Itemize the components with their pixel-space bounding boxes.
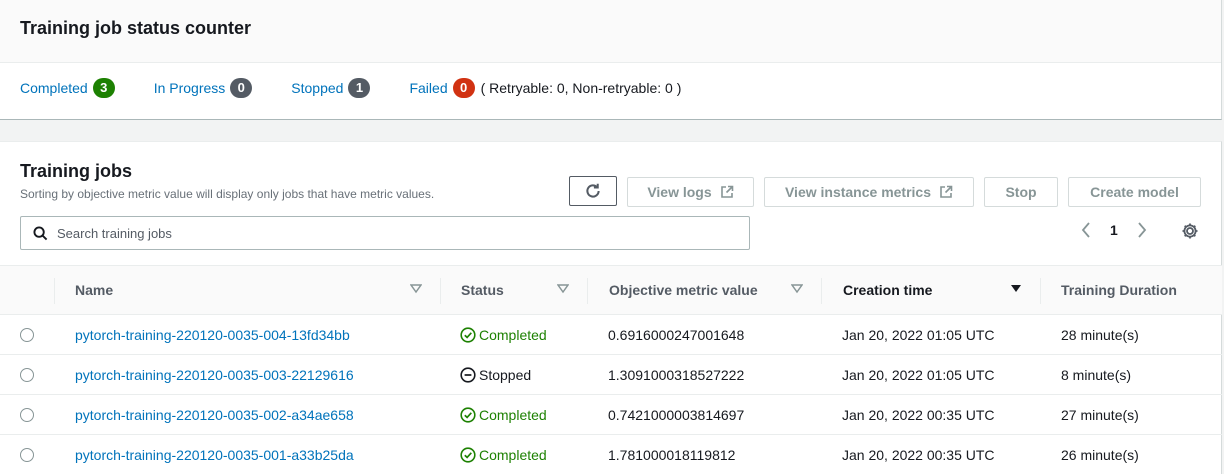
table-row[interactable]: pytorch-training-220120-0035-003-2212961… <box>0 355 1222 395</box>
view-logs-button[interactable]: View logs <box>627 177 754 207</box>
column-header-creation-time[interactable]: Creation time <box>843 266 932 314</box>
sort-icon[interactable] <box>410 284 422 294</box>
view-logs-label: View logs <box>647 184 712 200</box>
stopped-count-badge: 1 <box>348 78 371 98</box>
training-jobs-description: Sorting by objective metric value will d… <box>20 187 435 201</box>
table-row[interactable]: pytorch-training-220120-0035-001-a33b25d… <box>0 435 1222 474</box>
view-instance-metrics-label: View instance metrics <box>784 184 932 200</box>
training-jobs-panel: Training jobs Sorting by objective metri… <box>0 141 1222 474</box>
job-name-link[interactable]: pytorch-training-220120-0035-002-a34ae65… <box>75 407 354 423</box>
failed-detail: ( Retryable: 0, Non-retryable: 0 ) <box>480 80 682 96</box>
status-completed: Completed <box>460 327 547 343</box>
column-header-name[interactable]: Name <box>75 266 113 314</box>
check-circle-icon <box>460 447 476 463</box>
status-counter-panel: Training job status counter Completed 3 … <box>0 0 1222 120</box>
refresh-button[interactable] <box>569 176 617 206</box>
sort-descending-icon[interactable] <box>1010 284 1022 294</box>
training-duration: 8 minute(s) <box>1061 367 1132 383</box>
metric-value: 0.6916000247001648 <box>608 327 745 343</box>
search-box <box>20 216 750 250</box>
table-header: Name Status Objective metric value Creat… <box>0 265 1222 315</box>
in-progress-link[interactable]: In Progress <box>154 80 226 96</box>
sort-icon[interactable] <box>557 284 569 294</box>
row-select-radio[interactable] <box>20 328 34 342</box>
row-select-radio[interactable] <box>20 408 34 422</box>
prev-page-icon[interactable] <box>1076 222 1096 238</box>
job-name-link[interactable]: pytorch-training-220120-0035-001-a33b25d… <box>75 447 354 463</box>
column-header-objective-metric[interactable]: Objective metric value <box>609 266 758 314</box>
status-label: Completed <box>479 327 547 343</box>
external-link-icon <box>939 185 953 199</box>
view-instance-metrics-button[interactable]: View instance metrics <box>764 177 974 207</box>
column-header-training-duration[interactable]: Training Duration <box>1061 266 1177 314</box>
training-jobs-title: Training jobs <box>20 161 133 181</box>
current-page[interactable]: 1 <box>1110 222 1118 238</box>
training-duration: 27 minute(s) <box>1061 407 1139 423</box>
training-duration: 28 minute(s) <box>1061 327 1139 343</box>
search-icon <box>33 225 48 241</box>
status-counter-header: Training job status counter <box>0 0 1221 63</box>
metric-value: 1.781000018119812 <box>608 447 736 463</box>
pagination: 1 <box>1076 222 1152 238</box>
status-label: Stopped <box>479 367 532 383</box>
status-completed: Completed <box>460 407 547 423</box>
status-label: Completed <box>479 447 547 463</box>
completed-link[interactable]: Completed <box>20 80 88 96</box>
creation-time: Jan 20, 2022 00:35 UTC <box>842 447 995 463</box>
counter-in-progress: In Progress 0 <box>154 78 253 98</box>
row-select-radio[interactable] <box>20 368 34 382</box>
in-progress-count-badge: 0 <box>230 78 253 98</box>
counter-stopped: Stopped 1 <box>291 78 371 98</box>
status-label: Completed <box>479 407 547 423</box>
training-duration: 26 minute(s) <box>1061 447 1139 463</box>
creation-time: Jan 20, 2022 01:05 UTC <box>842 367 995 383</box>
stop-button[interactable]: Stop <box>984 177 1058 207</box>
creation-time: Jan 20, 2022 01:05 UTC <box>842 327 995 343</box>
status-completed: Completed <box>460 447 547 463</box>
stopped-link[interactable]: Stopped <box>291 80 343 96</box>
gear-icon[interactable] <box>1180 221 1200 241</box>
next-page-icon[interactable] <box>1132 222 1152 238</box>
status-counter-title: Training job status counter <box>20 18 252 38</box>
refresh-icon <box>584 182 602 200</box>
metric-value: 1.3091000318527222 <box>608 367 745 383</box>
column-header-status[interactable]: Status <box>461 266 504 314</box>
counter-failed: Failed 0 ( Retryable: 0, Non-retryable: … <box>409 78 681 98</box>
creation-time: Jan 20, 2022 00:35 UTC <box>842 407 995 423</box>
check-circle-icon <box>460 327 476 343</box>
table-row[interactable]: pytorch-training-220120-0035-002-a34ae65… <box>0 395 1222 435</box>
minus-circle-icon <box>460 367 476 383</box>
create-model-button[interactable]: Create model <box>1068 177 1201 207</box>
search-input[interactable] <box>57 225 717 241</box>
check-circle-icon <box>460 407 476 423</box>
status-counters: Completed 3 In Progress 0 Stopped 1 Fail… <box>20 78 720 98</box>
create-model-label: Create model <box>1090 184 1179 200</box>
sort-icon[interactable] <box>791 284 803 294</box>
job-name-link[interactable]: pytorch-training-220120-0035-004-13fd34b… <box>75 327 350 343</box>
job-name-link[interactable]: pytorch-training-220120-0035-003-2212961… <box>75 367 354 383</box>
status-stopped: Stopped <box>460 367 531 383</box>
completed-count-badge: 3 <box>92 78 115 98</box>
failed-link[interactable]: Failed <box>409 80 447 96</box>
external-link-icon <box>720 185 734 199</box>
stop-label: Stop <box>1005 184 1037 200</box>
counter-completed: Completed 3 <box>20 78 115 98</box>
failed-count-badge: 0 <box>452 78 475 98</box>
row-select-radio[interactable] <box>20 448 34 462</box>
metric-value: 0.7421000003814697 <box>608 407 745 423</box>
table-row[interactable]: pytorch-training-220120-0035-004-13fd34b… <box>0 315 1222 355</box>
